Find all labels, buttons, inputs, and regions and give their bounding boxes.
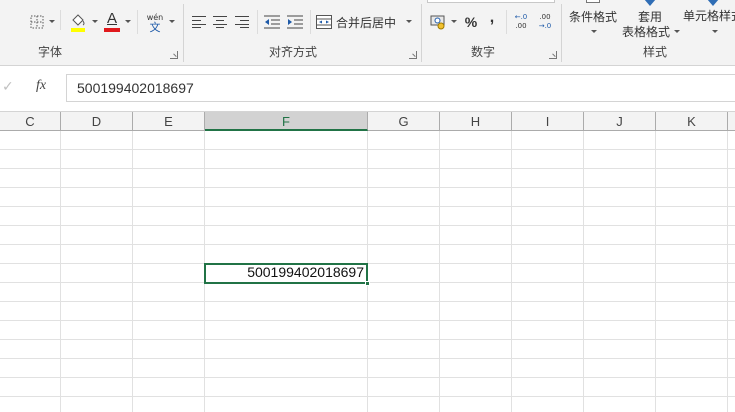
accounting-format-dropdown-icon[interactable] (451, 20, 457, 23)
format-as-table-line2[interactable]: 表格格式 (618, 23, 674, 39)
column-header-g[interactable]: G (368, 112, 440, 131)
conditional-format-button[interactable]: 条件格式 (565, 8, 621, 24)
borders-dropdown-icon[interactable] (49, 20, 55, 23)
row-gridline (0, 206, 735, 207)
decrease-indent-button[interactable] (262, 12, 282, 32)
row-gridline (0, 244, 735, 245)
row-gridline (0, 396, 735, 397)
cell-styles-icon (707, 0, 719, 6)
cell-styles-dropdown-icon[interactable] (712, 30, 718, 33)
column-header-k[interactable]: K (656, 112, 728, 131)
row-gridline (0, 358, 735, 359)
row-gridline (0, 149, 735, 150)
align-center-icon[interactable] (213, 16, 227, 28)
separator (561, 4, 562, 62)
column-header-h[interactable]: H (440, 112, 512, 131)
row-gridline (0, 320, 735, 321)
accounting-format-icon (430, 15, 445, 30)
phonetic-guide-button[interactable]: wén 文 (144, 10, 166, 36)
fill-handle[interactable] (365, 281, 370, 286)
cell-grid[interactable]: 500199402018697 (0, 131, 735, 412)
increase-decimal-button[interactable]: ←.0 .00 (511, 10, 531, 34)
align-left-icon[interactable] (192, 16, 206, 28)
decrease-decimal-top: .00 (539, 13, 551, 21)
borders-icon (30, 15, 44, 29)
font-color-button[interactable]: A (102, 10, 122, 34)
column-header-f[interactable]: F (205, 112, 368, 131)
paint-bucket-icon (71, 14, 85, 32)
column-header-c[interactable]: C (0, 112, 61, 131)
column-gridline (655, 131, 656, 412)
ribbon: A wén 文 字体 合并后居中 对齐方式 % , ←.0 .00 .00 →.… (0, 0, 735, 66)
font-dialog-launcher-icon[interactable] (170, 51, 178, 59)
styles-group-label: 样式 (642, 45, 667, 59)
increase-indent-button[interactable] (285, 12, 305, 32)
merge-center-button[interactable]: 合并后居中 (316, 11, 408, 33)
row-gridline (0, 168, 735, 169)
decrease-decimal-bottom: →.0 (538, 22, 552, 30)
fill-color-button[interactable] (67, 10, 89, 34)
alignment-dialog-launcher-icon[interactable] (409, 51, 417, 59)
row-gridline (0, 301, 735, 302)
conditional-format-icon (586, 0, 600, 3)
number-dialog-launcher-icon[interactable] (549, 51, 557, 59)
formula-bar: ✓ fx 500199402018697 (0, 66, 735, 112)
active-cell[interactable]: 500199402018697 (204, 263, 368, 284)
comma-style-button[interactable]: , (484, 8, 500, 28)
formula-buttons: ✓ fx (0, 74, 62, 102)
increase-indent-icon (287, 15, 303, 29)
column-gridline (439, 131, 440, 412)
column-gridline (132, 131, 133, 412)
borders-button[interactable] (26, 12, 48, 32)
merge-center-icon (316, 15, 332, 29)
column-gridline (60, 131, 61, 412)
percent-style-button[interactable]: % (462, 12, 480, 32)
font-color-dropdown-icon[interactable] (125, 20, 131, 23)
row-gridline (0, 225, 735, 226)
fill-color-dropdown-icon[interactable] (92, 20, 98, 23)
column-header-row: CDEFGHIJK (0, 112, 735, 131)
confirm-icon[interactable]: ✓ (2, 79, 14, 95)
column-header-j[interactable]: J (584, 112, 656, 131)
format-as-table-dropdown-icon[interactable] (674, 30, 680, 33)
increase-decimal-bottom: .00 (515, 22, 527, 30)
merge-center-label: 合并后居中 (336, 15, 397, 30)
font-color-glyph: A (106, 10, 117, 27)
column-gridline (511, 131, 512, 412)
phonetic-guide-bottom: 文 (149, 20, 161, 34)
row-gridline (0, 377, 735, 378)
increase-decimal-top: ←.0 (514, 13, 528, 21)
row-gridline (0, 339, 735, 340)
column-header-i[interactable]: I (512, 112, 584, 131)
merge-center-dropdown-icon[interactable] (406, 20, 412, 23)
decrease-decimal-button[interactable]: .00 →.0 (535, 10, 555, 34)
separator (183, 4, 184, 62)
conditional-format-dropdown-icon[interactable] (591, 30, 597, 33)
format-as-table-icon (644, 0, 656, 6)
accounting-format-button[interactable] (428, 12, 448, 32)
align-right-icon[interactable] (235, 16, 249, 28)
separator (421, 4, 422, 62)
number-group-label: 数字 (470, 45, 495, 59)
decrease-indent-icon (264, 15, 280, 29)
font-color-swatch (104, 28, 120, 32)
column-header-d[interactable]: D (61, 112, 133, 131)
alignment-group-label: 对齐方式 (268, 45, 317, 59)
formula-input[interactable]: 500199402018697 (66, 74, 735, 102)
insert-function-button[interactable]: fx (36, 78, 46, 94)
column-gridline (727, 131, 728, 412)
column-gridline (583, 131, 584, 412)
column-header-e[interactable]: E (133, 112, 205, 131)
row-gridline (0, 187, 735, 188)
phonetic-guide-dropdown-icon[interactable] (169, 20, 175, 23)
font-group-label: 字体 (37, 45, 62, 59)
number-format-combo[interactable] (427, 0, 555, 3)
cell-styles-button[interactable]: 单元格样式 (683, 8, 735, 24)
